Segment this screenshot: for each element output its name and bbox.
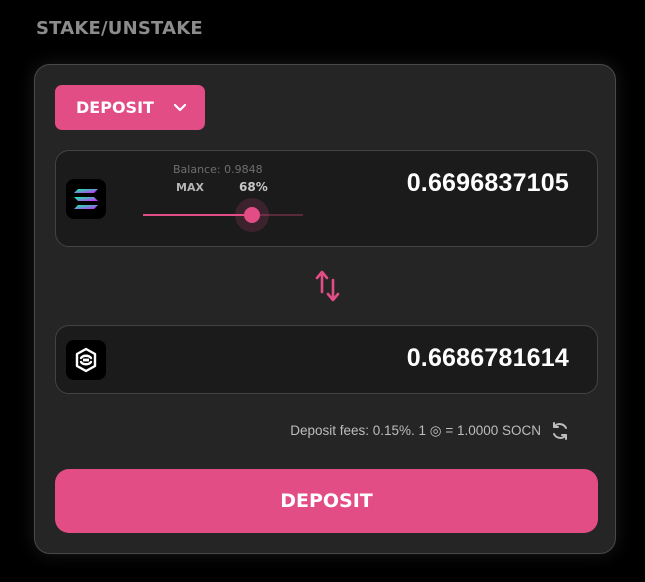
fee-info-text: Deposit fees: 0.15%. 1 ◎ = 1.0000 SOCN xyxy=(290,423,541,438)
solana-logo-icon xyxy=(66,179,106,219)
slider-thumb[interactable] xyxy=(243,207,260,223)
to-token-box: 0.6686781614 xyxy=(55,325,598,394)
socean-logo-icon xyxy=(66,340,106,380)
balance-label: Balance: 0.9848 xyxy=(173,163,263,176)
amount-slider[interactable] xyxy=(143,198,303,232)
from-token-box: Balance: 0.9848 MAX 68% 0.6696837105 xyxy=(55,150,598,247)
percent-label: 68% xyxy=(239,180,268,194)
from-amount[interactable]: 0.6696837105 xyxy=(407,169,569,198)
mode-dropdown-label: DEPOSIT xyxy=(76,98,154,117)
section-title: STAKE/UNSTAKE xyxy=(36,18,203,39)
mode-dropdown[interactable]: DEPOSIT xyxy=(55,85,205,130)
max-button[interactable]: MAX xyxy=(176,181,204,194)
fee-info-row: Deposit fees: 0.15%. 1 ◎ = 1.0000 SOCN xyxy=(290,420,571,442)
stake-page: STAKE/UNSTAKE DEPOSIT Balance: 0.9848 MA… xyxy=(0,0,645,582)
stake-panel: DEPOSIT Balance: 0.9848 MAX 68% 0.669683… xyxy=(34,64,616,554)
refresh-icon[interactable] xyxy=(549,420,571,442)
swap-arrows-icon[interactable] xyxy=(314,268,342,304)
chevron-down-icon xyxy=(173,103,187,112)
to-amount: 0.6686781614 xyxy=(406,344,569,372)
deposit-button[interactable]: DEPOSIT xyxy=(55,469,598,533)
